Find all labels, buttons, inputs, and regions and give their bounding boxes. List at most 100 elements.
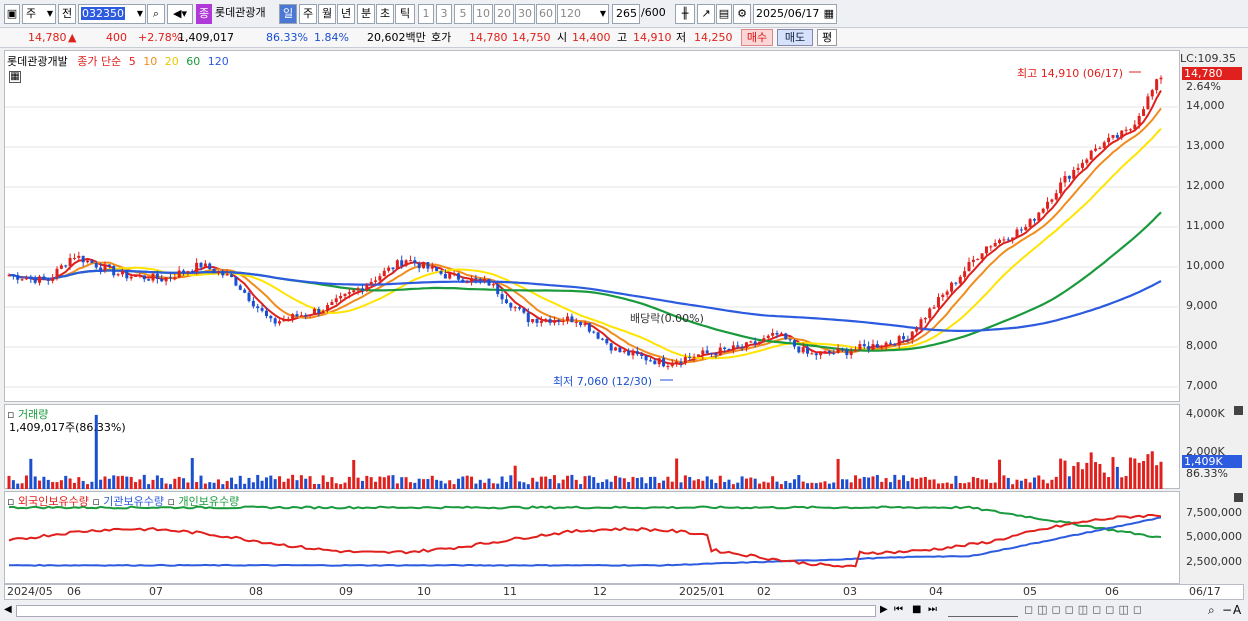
sell-button[interactable]: 매도 bbox=[777, 29, 813, 46]
stop-icon[interactable]: ■ bbox=[912, 604, 921, 615]
timeframe-week-button[interactable]: 주 bbox=[299, 4, 317, 24]
font-size-icon[interactable]: A bbox=[1233, 603, 1241, 617]
volume-bar bbox=[526, 484, 530, 489]
draw-tool-icon[interactable]: ↗ bbox=[697, 4, 715, 24]
volume-bar bbox=[544, 476, 548, 489]
candle-body bbox=[561, 320, 565, 322]
gear-icon[interactable]: ⚙ bbox=[733, 4, 751, 24]
volume-bar bbox=[173, 478, 177, 489]
eval-button[interactable]: 평 bbox=[817, 29, 837, 46]
period-60-button[interactable]: 60 bbox=[536, 4, 556, 24]
timeframe-month-button[interactable]: 월 bbox=[318, 4, 336, 24]
volume-bar bbox=[99, 479, 103, 489]
volume-bar bbox=[570, 474, 574, 489]
count-input[interactable]: 265 bbox=[612, 4, 640, 24]
layout-icons[interactable]: ◻◫◻◻◫◻◻◫◻ bbox=[1024, 603, 1146, 616]
horizontal-scrollbar[interactable] bbox=[16, 605, 876, 617]
candle-body bbox=[11, 275, 15, 277]
high-price: 14,910 bbox=[633, 31, 672, 44]
candle-body bbox=[378, 276, 382, 281]
candle-body bbox=[308, 314, 312, 316]
timeframe-tick-button[interactable]: 틱 bbox=[395, 4, 415, 24]
x-label-03: 03 bbox=[843, 585, 857, 598]
date-input[interactable]: 2025/06/17 ▦ bbox=[753, 4, 837, 24]
table-icon[interactable]: ▦ bbox=[9, 71, 21, 83]
volume-bar bbox=[1155, 465, 1159, 489]
volume-bar bbox=[112, 475, 116, 489]
period-30-button[interactable]: 30 bbox=[515, 4, 535, 24]
period-1-button[interactable]: 1 bbox=[418, 4, 434, 24]
candle-body bbox=[72, 257, 76, 259]
forward-icon[interactable]: ⏭ bbox=[928, 604, 937, 615]
candle-body bbox=[461, 279, 465, 283]
holdings-chart-panel[interactable]: ▫ 외국인보유수량 ▫ 기관보유수량 ▫ 개인보유수량 bbox=[4, 491, 1180, 584]
rewind-icon[interactable]: ⏮ bbox=[894, 604, 903, 615]
volume-bar bbox=[326, 481, 330, 489]
volume-bar bbox=[1046, 483, 1050, 489]
volume-bar bbox=[1054, 476, 1058, 489]
volume-chart-panel[interactable]: ▫ 거래량 1,409,017주(86.33%) bbox=[4, 404, 1180, 489]
volume-bar bbox=[400, 477, 404, 489]
timeframe-day-button[interactable]: 일 bbox=[279, 4, 297, 24]
zoom-icon[interactable]: ⌕ bbox=[1208, 603, 1215, 618]
close-icon[interactable] bbox=[1234, 406, 1243, 415]
zoom-out-icon[interactable]: − bbox=[1222, 603, 1232, 617]
save-icon[interactable]: ▤ bbox=[716, 4, 732, 24]
close-icon[interactable] bbox=[1234, 493, 1243, 502]
period-10-button[interactable]: 10 bbox=[473, 4, 493, 24]
period-5-button[interactable]: 5 bbox=[454, 4, 472, 24]
volume-bar bbox=[587, 475, 591, 489]
volume-bar bbox=[64, 475, 68, 489]
volume-bar bbox=[897, 479, 901, 489]
x-label-12: 12 bbox=[593, 585, 607, 598]
candle-icon[interactable]: ╫ bbox=[675, 4, 695, 24]
legend-foreign: 외국인보유수량 bbox=[17, 495, 89, 508]
volume-bar bbox=[915, 478, 919, 489]
candle-body bbox=[518, 307, 522, 309]
volume-bar bbox=[304, 478, 308, 489]
buy-button[interactable]: 매수 bbox=[741, 29, 773, 46]
volume-bar bbox=[182, 478, 186, 489]
candle-body bbox=[291, 314, 295, 319]
timeframe-year-button[interactable]: 년 bbox=[337, 4, 355, 24]
period-select[interactable]: 전 bbox=[58, 4, 76, 24]
volume-bar bbox=[225, 481, 229, 489]
volume-bar bbox=[1159, 461, 1163, 489]
volume-bar bbox=[976, 477, 980, 489]
volume-bar bbox=[1067, 476, 1071, 489]
market-select[interactable]: 주 ▼ bbox=[22, 4, 56, 24]
candle-body bbox=[435, 266, 439, 272]
volume-bar bbox=[72, 482, 76, 489]
period-120-label: 120 bbox=[560, 7, 581, 20]
speaker-icon[interactable]: ◀▾ bbox=[167, 4, 193, 24]
volume-bar bbox=[243, 483, 247, 489]
period-20-button[interactable]: 20 bbox=[494, 4, 514, 24]
candle-body bbox=[740, 346, 744, 348]
period-120-button[interactable]: 120 ▼ bbox=[557, 4, 609, 24]
volume-bar bbox=[858, 478, 862, 489]
scroll-right-icon[interactable]: ▶ bbox=[880, 604, 888, 615]
scroll-left-icon[interactable]: ◀ bbox=[4, 604, 12, 615]
timeframe-second-button[interactable]: 초 bbox=[376, 4, 394, 24]
open-price: 14,400 bbox=[572, 31, 611, 44]
candle-body bbox=[1006, 239, 1010, 241]
candle-body bbox=[749, 341, 753, 343]
search-icon[interactable]: ⌕ bbox=[147, 4, 165, 24]
candle-body bbox=[675, 361, 679, 364]
candle-body bbox=[59, 265, 63, 269]
period-3-button[interactable]: 3 bbox=[436, 4, 452, 24]
candle-body bbox=[443, 273, 447, 279]
volume-bar bbox=[230, 477, 234, 489]
window-icon[interactable]: ▣ bbox=[4, 4, 20, 24]
candle-body bbox=[836, 348, 840, 353]
code-input[interactable]: 032350 ▼ bbox=[78, 4, 146, 24]
volume-bar bbox=[343, 482, 347, 489]
volume-bar bbox=[832, 482, 836, 489]
zoom-slider[interactable] bbox=[948, 605, 1018, 617]
x-axis: 2024/05 06 07 08 09 10 11 12 2025/01 02 … bbox=[4, 584, 1244, 600]
volume-bar bbox=[779, 484, 783, 489]
volume-bar bbox=[1015, 479, 1019, 489]
panel-marker-icon: ▫ bbox=[167, 495, 175, 508]
price-chart-panel[interactable]: 롯데관광개발 종가 단순 5 10 20 60 120 ▦ 최고 14,910 … bbox=[4, 50, 1181, 402]
timeframe-minute-button[interactable]: 분 bbox=[357, 4, 375, 24]
